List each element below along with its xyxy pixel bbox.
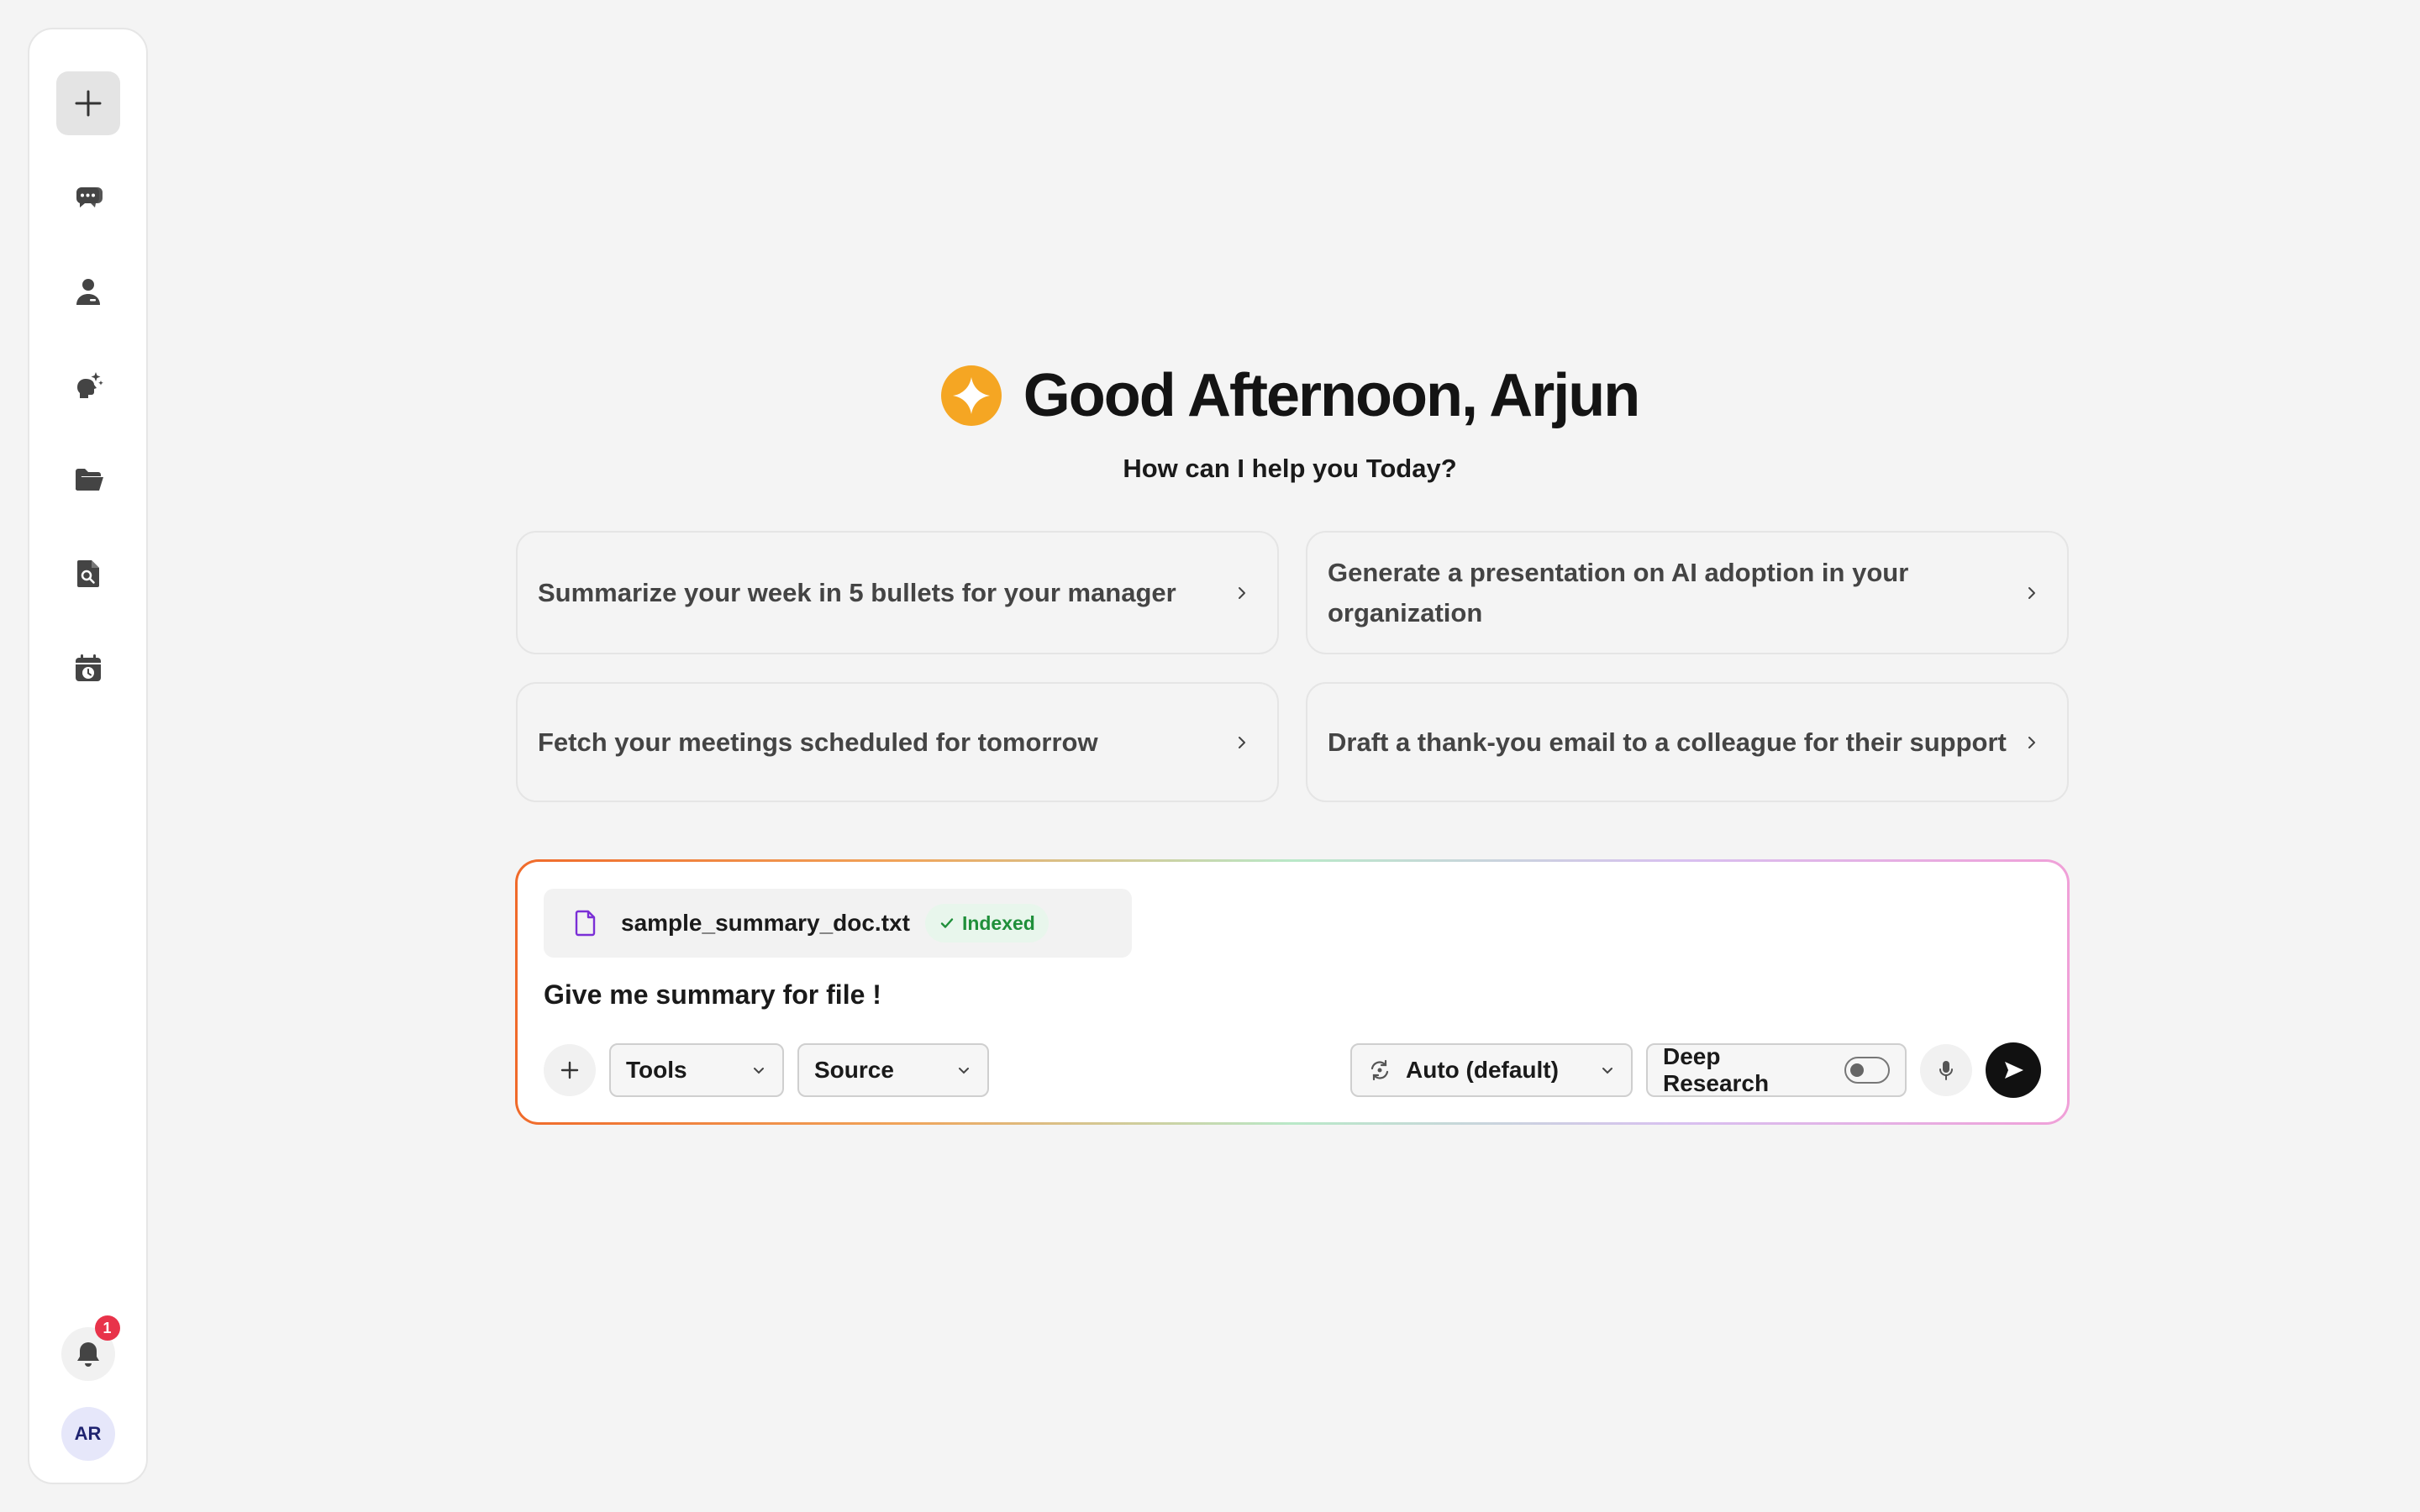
composer-toolbar: Tools Source Auto (default) Deep Researc… xyxy=(544,1042,2041,1098)
chevron-right-icon xyxy=(2022,732,2042,753)
plus-icon xyxy=(560,1061,579,1079)
auto-mode-icon xyxy=(1370,1059,1389,1081)
agents-button[interactable] xyxy=(56,260,120,323)
source-label: Source xyxy=(814,1057,894,1083)
document-search-button[interactable] xyxy=(56,542,120,606)
suggestion-text: Summarize your week in 5 bullets for you… xyxy=(538,577,1176,607)
microphone-button[interactable] xyxy=(1920,1044,1972,1096)
suggestion-text: Fetch your meetings scheduled for tomorr… xyxy=(538,727,1098,757)
microphone-icon xyxy=(1939,1061,1953,1080)
composer: sample_summary_doc.txt Indexed Give me s… xyxy=(515,859,2070,1125)
suggestion-text: Generate a presentation on AI adoption i… xyxy=(1328,557,1909,627)
file-icon xyxy=(575,910,596,937)
chevron-right-icon xyxy=(1232,583,1252,603)
chat-bubbles-icon xyxy=(76,187,103,207)
deep-research-toggle[interactable] xyxy=(1844,1057,1890,1084)
greeting: Good Afternoon, Arjun xyxy=(0,361,2420,430)
source-dropdown[interactable]: Source xyxy=(797,1043,989,1097)
new-chat-button[interactable] xyxy=(55,71,120,135)
indexed-status-label: Indexed xyxy=(961,911,1035,934)
model-dropdown[interactable]: Auto (default) xyxy=(1350,1043,1633,1097)
prompt-input[interactable]: Give me summary for file ! xyxy=(544,979,881,1011)
chevron-right-icon xyxy=(1232,732,1252,753)
calendar-button[interactable] xyxy=(56,636,120,700)
add-attachment-button[interactable] xyxy=(544,1044,596,1096)
bell-icon xyxy=(76,1342,99,1367)
attachment-filename: sample_summary_doc.txt xyxy=(621,910,910,936)
notification-count-badge: 1 xyxy=(94,1315,120,1341)
tools-dropdown[interactable]: Tools xyxy=(609,1043,784,1097)
chevron-down-icon xyxy=(1602,1068,1612,1074)
chevron-down-icon xyxy=(754,1068,764,1074)
chats-button[interactable] xyxy=(56,165,120,229)
send-button[interactable] xyxy=(1986,1042,2041,1098)
greeting-subtitle: How can I help you Today? xyxy=(1123,454,1457,483)
chevron-down-icon xyxy=(959,1068,969,1074)
tools-label: Tools xyxy=(626,1057,687,1083)
suggestion-card[interactable]: Fetch your meetings scheduled for tomorr… xyxy=(516,682,1279,802)
attachment-chip[interactable]: sample_summary_doc.txt Indexed xyxy=(544,889,1132,958)
model-label: Auto (default) xyxy=(1406,1057,1559,1083)
suggestion-card[interactable]: Generate a presentation on AI adoption i… xyxy=(1306,531,2069,654)
deep-research-label: Deep Research xyxy=(1663,1043,1770,1096)
greeting-title: Good Afternoon, Arjun xyxy=(1023,362,1641,429)
chevron-right-icon xyxy=(2022,583,2042,603)
calendar-clock-icon xyxy=(75,654,101,681)
file-search-icon xyxy=(76,560,99,587)
suggestion-text: Draft a thank-you email to a colleague f… xyxy=(1328,727,2007,757)
suggestion-card[interactable]: Summarize your week in 5 bullets for you… xyxy=(516,531,1279,654)
toggle-knob xyxy=(1849,1063,1864,1077)
indexed-status-badge: Indexed xyxy=(924,904,1049,942)
check-icon xyxy=(940,918,954,928)
notifications-button[interactable]: 1 xyxy=(60,1315,120,1381)
deep-research-toggle-group[interactable]: Deep Research xyxy=(1646,1043,1907,1097)
sparkle-logo-icon xyxy=(940,365,1002,426)
plus-icon xyxy=(75,90,101,117)
sidebar: 1 AR xyxy=(28,28,148,1484)
suggestion-card[interactable]: Draft a thank-you email to a colleague f… xyxy=(1306,682,2069,802)
avatar[interactable]: AR xyxy=(60,1407,115,1461)
person-icon xyxy=(76,279,100,305)
send-arrow-icon xyxy=(2005,1062,2023,1079)
